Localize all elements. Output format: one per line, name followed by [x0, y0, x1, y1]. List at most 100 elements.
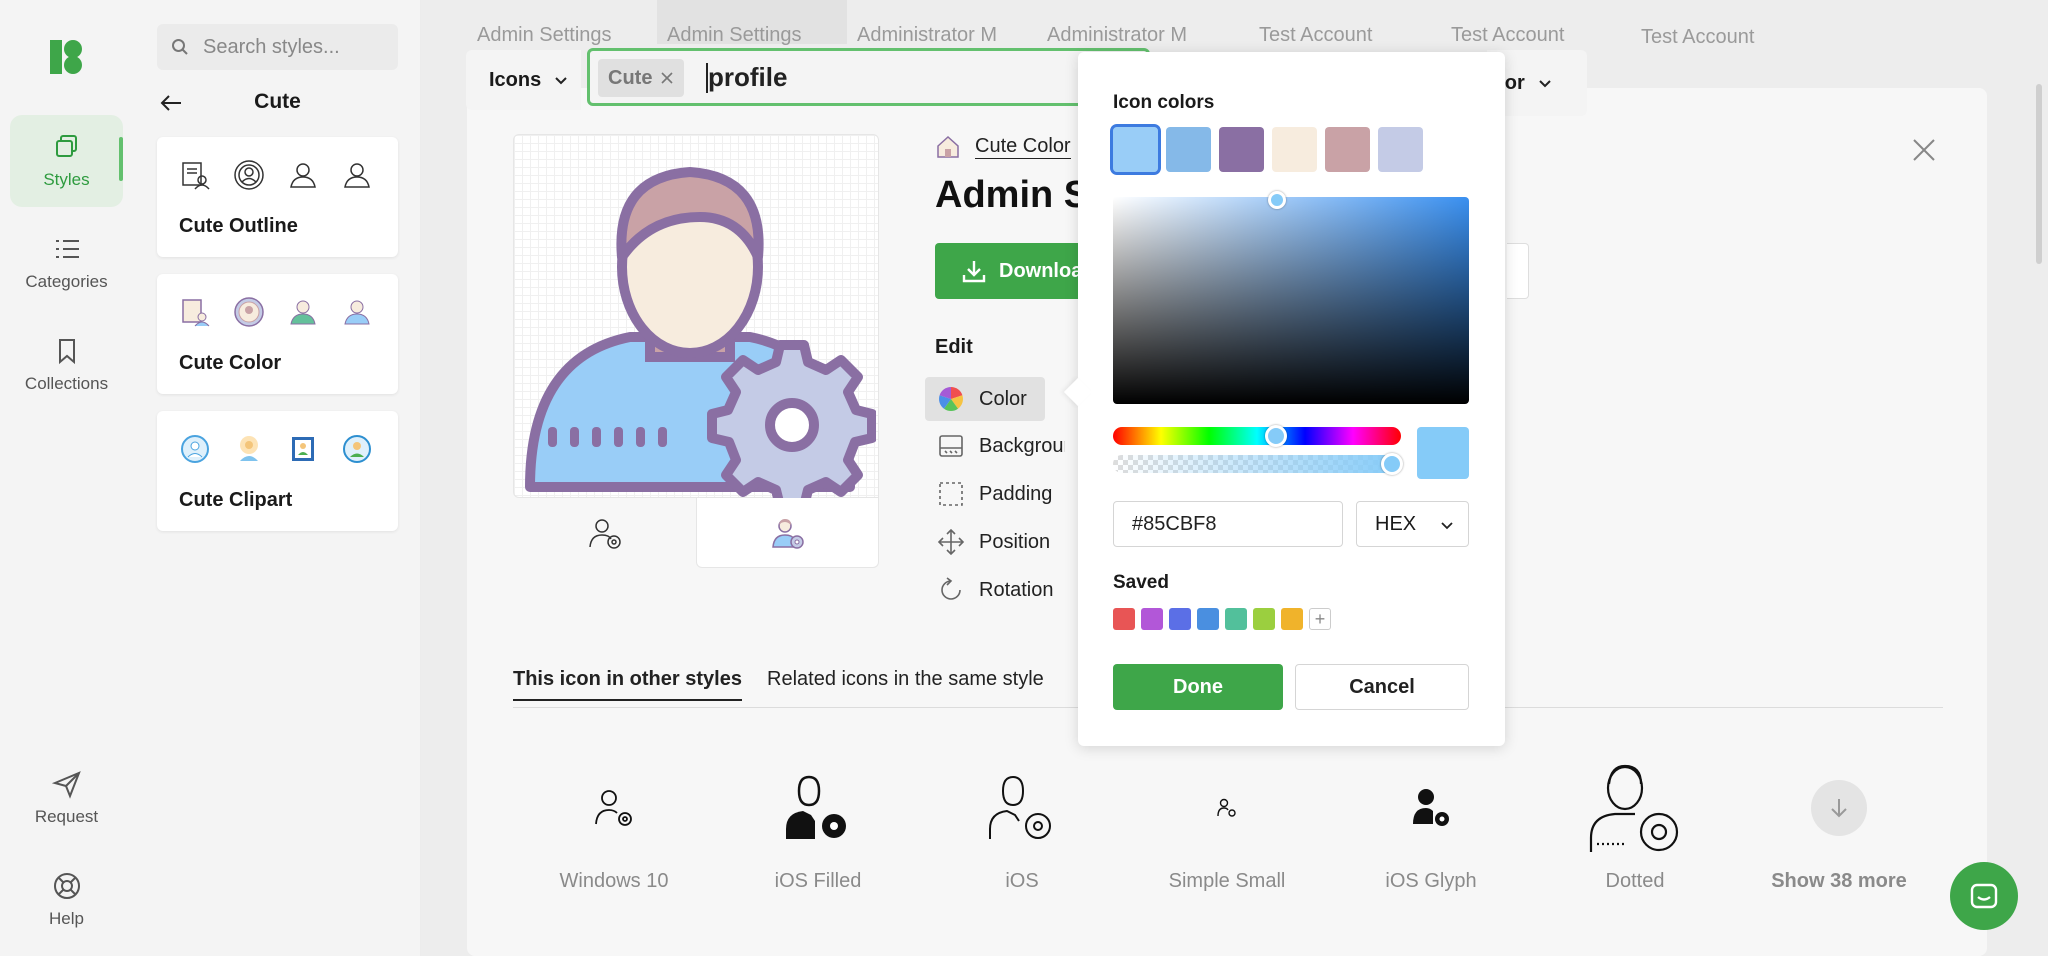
top-tab[interactable]: Admin Settings [667, 24, 802, 47]
tab-related-icons[interactable]: Related icons in the same style [767, 668, 1044, 699]
show-more-styles[interactable]: Show 38 more [1749, 758, 1929, 893]
edit-rotation-label: Rotation [979, 578, 1054, 601]
other-style-windows10[interactable]: Windows 10 [524, 758, 704, 893]
saved-color[interactable] [1281, 608, 1303, 630]
size-field[interactable] [1507, 243, 1529, 299]
top-tab[interactable]: Test Account [1451, 24, 1564, 47]
other-style-ios[interactable]: iOS [932, 758, 1112, 893]
top-tab[interactable]: Administrator M [1047, 24, 1187, 47]
page-scrollbar[interactable] [2036, 84, 2042, 264]
color-swatch[interactable] [1378, 127, 1423, 172]
add-saved-color-button[interactable]: + [1309, 608, 1331, 630]
style-card-cute-outline[interactable]: Cute Outline [157, 137, 398, 257]
rail-categories[interactable]: Categories [10, 217, 123, 309]
edit-padding[interactable]: Padding [925, 472, 1065, 516]
rail-styles[interactable]: Styles [10, 115, 123, 207]
rail-request[interactable]: Request [10, 752, 123, 844]
top-tab[interactable]: Test Account [1641, 26, 1754, 49]
chip-close-icon[interactable] [660, 71, 674, 85]
other-style-simple-small[interactable]: Simple Small [1137, 758, 1317, 893]
saved-color[interactable] [1225, 608, 1247, 630]
variant-color-tab[interactable] [696, 498, 879, 568]
chat-button[interactable] [1950, 862, 2018, 930]
alpha-handle[interactable] [1381, 453, 1403, 475]
admin-outline-icon [588, 519, 621, 549]
top-tab[interactable]: Test Account [1259, 24, 1372, 47]
clipart-user-3-icon [287, 433, 319, 465]
ios-glyph-admin-icon [1413, 789, 1449, 826]
cancel-button[interactable]: Cancel [1295, 664, 1469, 710]
download-icon [962, 261, 986, 283]
chevron-down-icon [1539, 80, 1551, 88]
color-swatch[interactable] [1110, 124, 1161, 175]
bookmark-icon [58, 339, 75, 365]
other-style-ios-glyph[interactable]: iOS Glyph [1341, 758, 1521, 893]
admin-settings-male-icon [525, 167, 876, 503]
current-color-preview [1417, 427, 1469, 479]
top-tab[interactable]: Administrator M [857, 24, 997, 47]
style-card-cute-color[interactable]: Cute Color [157, 274, 398, 394]
saved-color[interactable] [1197, 608, 1219, 630]
contract-color-icon [179, 296, 211, 328]
other-style-ios-filled[interactable]: iOS Filled [728, 758, 908, 893]
chevron-down-icon [555, 77, 567, 85]
chevron-down-icon [1441, 522, 1453, 530]
close-icon[interactable] [1910, 136, 1938, 164]
color-format-label: HEX [1375, 512, 1417, 535]
saved-color[interactable] [1141, 608, 1163, 630]
rail-request-label: Request [34, 807, 99, 826]
color-swatch[interactable] [1272, 127, 1317, 172]
saved-color[interactable] [1169, 608, 1191, 630]
ios-admin-icon [989, 775, 1051, 839]
edit-position[interactable]: Position [925, 520, 1065, 564]
color-swatch[interactable] [1166, 127, 1211, 172]
alpha-slider[interactable] [1113, 453, 1403, 475]
other-style-label: iOS Filled [774, 870, 862, 892]
rail-collections-label: Collections [24, 374, 109, 393]
color-format-select[interactable]: HEX [1356, 501, 1469, 547]
move-icon [937, 528, 965, 556]
icons8-logo-icon[interactable] [48, 38, 86, 76]
tab-other-styles[interactable]: This icon in other styles [513, 668, 742, 701]
saved-colors: + [1113, 608, 1331, 630]
saturation-value-picker[interactable] [1113, 191, 1469, 404]
style-filter-chip[interactable]: Cute [598, 59, 685, 97]
hue-handle[interactable] [1265, 425, 1287, 447]
style-card-cute-clipart[interactable]: Cute Clipart [157, 411, 398, 531]
edit-heading: Edit [935, 336, 973, 358]
chat-icon [1970, 883, 1998, 909]
rail-collections[interactable]: Collections [10, 319, 123, 411]
edit-rotation[interactable]: Rotation [925, 568, 1065, 612]
saved-colors-title: Saved [1113, 572, 1169, 593]
done-button[interactable]: Done [1113, 664, 1283, 710]
color-wheel-icon [939, 387, 963, 411]
styles-search-input[interactable]: Search styles... [157, 24, 398, 70]
edit-position-label: Position [979, 530, 1051, 553]
edit-color[interactable]: Color [925, 377, 1045, 421]
rail-help[interactable]: Help [10, 854, 123, 946]
hue-slider[interactable] [1113, 425, 1401, 447]
saved-color[interactable] [1253, 608, 1275, 630]
clipart-user-1-icon [179, 433, 211, 465]
saved-color[interactable] [1113, 608, 1135, 630]
hex-input[interactable] [1113, 501, 1343, 547]
top-tab[interactable]: Admin Settings [477, 24, 612, 47]
rail-help-label: Help [49, 909, 84, 928]
color-swatch[interactable] [1219, 127, 1264, 172]
variant-tabs [513, 498, 879, 568]
edit-background[interactable]: Background [925, 424, 1065, 468]
lifebuoy-icon [53, 873, 80, 899]
styles-panel-title: Cute [254, 90, 301, 113]
sv-handle[interactable] [1268, 191, 1286, 209]
search-query: profile [708, 62, 788, 92]
icon-search-input[interactable]: Cute profile [587, 48, 1150, 106]
avatar-circle-icon [233, 159, 265, 191]
other-style-dotted[interactable]: Dotted [1545, 758, 1725, 893]
download-button[interactable]: Download [935, 243, 1085, 299]
rail-styles-label: Styles [43, 170, 90, 189]
variant-outline-tab[interactable] [513, 498, 696, 568]
show-more-label: Show 38 more [1771, 870, 1907, 892]
type-dropdown[interactable]: Icons [466, 50, 581, 110]
style-link[interactable]: Cute Color [935, 134, 1071, 160]
color-swatch[interactable] [1325, 127, 1370, 172]
